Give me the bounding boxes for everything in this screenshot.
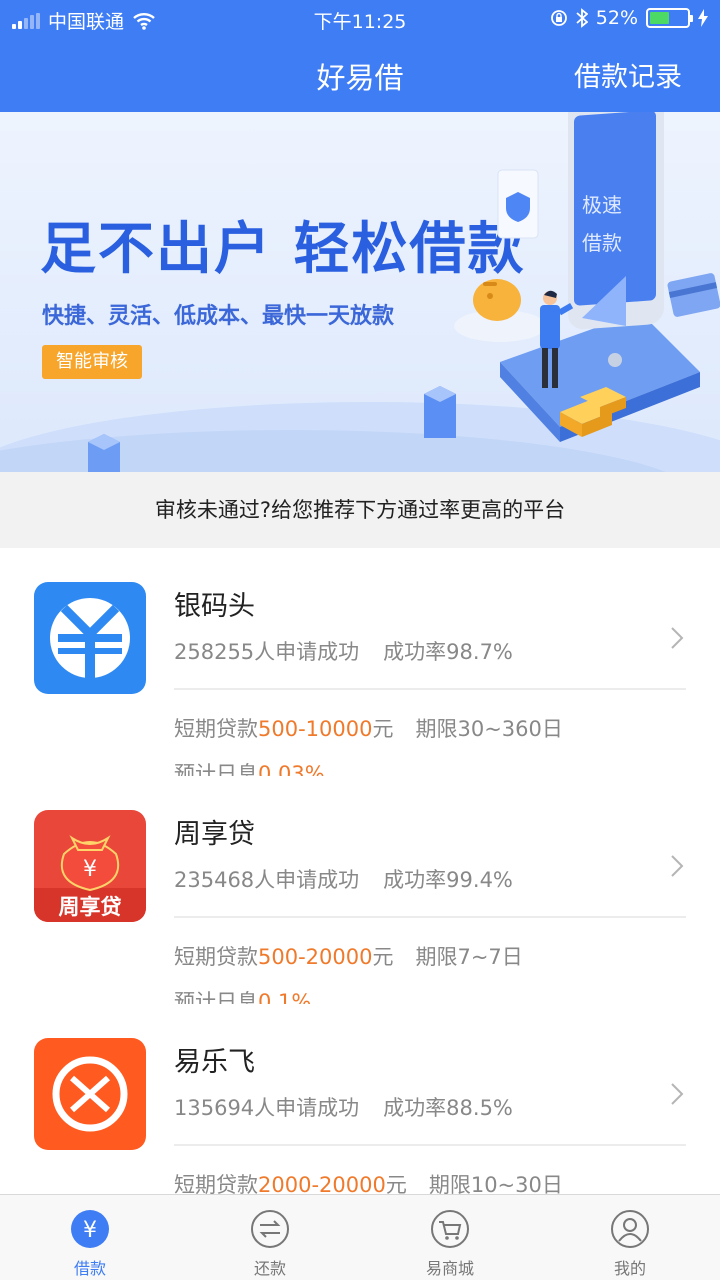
tab-label: 借款	[73, 1259, 106, 1278]
bottom-tab-bar: ¥ 借款 还款 易商城 我的	[0, 1194, 720, 1280]
chevron-right-icon	[671, 627, 684, 649]
rotation-lock-icon	[550, 10, 567, 26]
loan-amount: 500-20000	[258, 945, 373, 969]
piggy-bank-icon	[454, 279, 546, 342]
tab-label: 我的	[613, 1259, 646, 1278]
battery-percent: 52%	[595, 7, 638, 29]
rate-label: 预计日息	[174, 990, 258, 1004]
loan-name: 易乐飞	[174, 1047, 255, 1078]
recommendation-notice: 审核未通过?给您推荐下方通过率更高的平台	[0, 472, 720, 548]
rate-label: 预计日息	[174, 762, 258, 776]
loan-stats: 235468人申请成功 成功率99.4%	[174, 864, 513, 894]
battery-icon	[646, 8, 693, 28]
user-icon	[611, 1210, 649, 1248]
status-bar: 中国联通 下午11:25 52%	[0, 0, 720, 38]
cart-icon	[431, 1210, 469, 1248]
success-rate: 成功率99.4%	[383, 868, 513, 892]
banner-illustration: 极速 借款	[88, 112, 720, 472]
loan-card[interactable]: 银码头 258255人申请成功 成功率98.7% 短期贷款500-10000元 期限…	[0, 548, 720, 776]
card-divider	[174, 916, 686, 918]
yilefei-logo	[34, 1038, 146, 1150]
yinmatou-logo	[34, 582, 146, 694]
loan-amount: 2000-20000	[258, 1173, 386, 1194]
logo-text: 周享贷	[59, 895, 122, 919]
loan-stats: 135694人申请成功 成功率88.5%	[174, 1092, 513, 1122]
applicant-count: 135694人申请成功	[174, 1096, 360, 1120]
rate-value: 0.1%	[258, 990, 312, 1004]
app-header: 中国联通 下午11:25 52% 好易借 借款记录	[0, 0, 720, 112]
bluetooth-icon	[576, 8, 588, 28]
loan-name: 银码头	[174, 591, 255, 622]
loan-records-link[interactable]: 借款记录	[574, 55, 682, 94]
applicant-count: 235468人申请成功	[174, 868, 360, 892]
loan-amount: 500-10000	[258, 717, 373, 741]
charging-icon	[698, 9, 708, 27]
loan-terms: 短期贷款2000-20000元 期限10~30日	[174, 1169, 563, 1194]
amount-unit: 元	[372, 945, 394, 969]
amount-unit: 元	[372, 717, 394, 741]
loan-stats: 258255人申请成功 成功率98.7%	[174, 636, 513, 666]
loan-type: 短期贷款	[174, 1173, 258, 1194]
tab-label: 易商城	[425, 1259, 474, 1278]
zhouxiangdai-logo: ¥ 周享贷	[34, 810, 146, 922]
success-rate: 成功率98.7%	[383, 640, 513, 664]
loan-card[interactable]: 易乐飞 135694人申请成功 成功率88.5% 短期贷款2000-20000元期…	[0, 1004, 720, 1194]
loan-terms: 短期贷款500-20000元 期限7~7日	[174, 941, 523, 971]
loan-card[interactable]: ¥ 周享贷 周享贷 235468人申请成功 成功率99.4% 短期贷款500-20…	[0, 776, 720, 1004]
loan-term: 期限7~7日	[415, 945, 523, 969]
svg-text:¥: ¥	[83, 857, 97, 882]
card-divider	[174, 1144, 686, 1146]
svg-text:借款: 借款	[582, 231, 622, 255]
loan-type: 短期贷款	[174, 945, 258, 969]
tab-label: 还款	[253, 1259, 286, 1278]
exchange-icon	[251, 1210, 289, 1248]
loan-type: 短期贷款	[174, 717, 258, 741]
tab-mall[interactable]: 易商城	[360, 1195, 540, 1280]
card-divider	[174, 688, 686, 690]
svg-text:极速: 极速	[582, 193, 622, 217]
loan-term: 期限30~360日	[415, 717, 563, 741]
loan-terms: 短期贷款500-10000元 期限30~360日	[174, 713, 563, 743]
yen-icon: ¥	[71, 1210, 109, 1248]
shield-icon	[497, 169, 539, 239]
applicant-count: 258255人申请成功	[174, 640, 360, 664]
chevron-right-icon	[671, 1083, 684, 1105]
amount-unit: 元	[385, 1173, 407, 1194]
daily-rate: 预计日息0.03%	[174, 758, 325, 776]
success-rate: 成功率88.5%	[383, 1096, 513, 1120]
tab-repay[interactable]: 还款	[180, 1195, 360, 1280]
daily-rate: 预计日息0.1%	[174, 986, 311, 1004]
promo-banner[interactable]: 足不出户 轻松借款 快捷、灵活、低成本、最快一天放款 智能审核 极速 借款	[0, 112, 720, 472]
svg-text:¥: ¥	[83, 1218, 97, 1243]
loan-name: 周享贷	[174, 819, 255, 850]
credit-card-icon	[667, 273, 720, 317]
tab-mine[interactable]: 我的	[540, 1195, 720, 1280]
loan-term: 期限10~30日	[428, 1173, 563, 1194]
tab-borrow[interactable]: ¥ 借款	[0, 1195, 180, 1280]
chevron-right-icon	[671, 855, 684, 877]
rate-value: 0.03%	[258, 762, 325, 776]
cube-decoration	[88, 386, 456, 472]
